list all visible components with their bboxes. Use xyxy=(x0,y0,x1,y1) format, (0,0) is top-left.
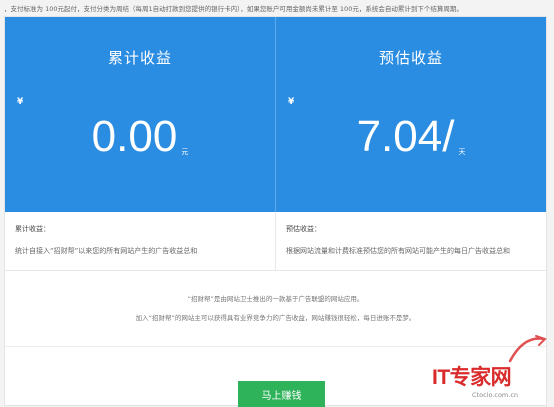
estimated-earnings-currency: ¥ xyxy=(288,97,295,107)
watermark-brand: IT专家网 xyxy=(432,366,512,389)
intro-line-2: 加入“招财帮”的网站主可以获得具有业界竞争力的广告收益，网站赚钱很轻松，每日进账… xyxy=(135,314,416,322)
estimated-earnings-unit: 天 xyxy=(458,148,466,156)
total-earnings-desc: 累计收益： 统计自接入“招财帮”以来您的所有网站产生的广告收益总和 xyxy=(5,212,275,270)
total-earnings-card: 累计收益 ¥ 0.00 元 xyxy=(5,17,275,212)
total-earnings-amount: 0.00 xyxy=(91,112,178,161)
intro-line-1: “招财帮”是由网站卫士推出的一款基于广告联盟的网站应用。 xyxy=(187,295,364,303)
total-earnings-title: 累计收益 xyxy=(107,49,172,67)
watermark-domain: Ctocio.com.cn xyxy=(472,391,519,399)
total-earnings-desc-title: 累计收益： xyxy=(15,225,50,233)
watermark-logo: IT专家网 Ctocio.com.cn xyxy=(428,335,548,405)
start-earning-button[interactable]: 马上赚钱 xyxy=(238,381,325,407)
estimated-earnings-desc-title: 预估收益： xyxy=(286,225,321,233)
swoosh-icon xyxy=(508,335,547,363)
earnings-stats: 累计收益 ¥ 0.00 元 预估收益 ¥ 7.04/天 xyxy=(5,17,546,212)
earnings-panel: 累计收益 ¥ 0.00 元 预估收益 ¥ 7.04/天 累计收益： 统计自接入“招… xyxy=(4,16,547,407)
earnings-descriptions: 累计收益： 统计自接入“招财帮”以来您的所有网站产生的广告收益总和 预估收益： … xyxy=(5,212,546,271)
estimated-earnings-amount: 7.04/ xyxy=(356,112,455,161)
total-earnings-currency: ¥ xyxy=(17,97,24,107)
estimated-earnings-title: 预估收益 xyxy=(378,49,443,67)
app-intro: “招财帮”是由网站卫士推出的一款基于广告联盟的网站应用。 加入“招财帮”的网站主… xyxy=(5,279,546,349)
payment-notice: ，支付标准为 100元起付，支付分类为周结（每周1自动打款到您提供的银行卡内），… xyxy=(4,5,463,13)
estimated-earnings-desc-text: 根据网站流量和计费标准预估您的所有网站可能产生的每日广告收益总和 xyxy=(286,247,510,255)
total-earnings-desc-text: 统计自接入“招财帮”以来您的所有网站产生的广告收益总和 xyxy=(15,247,198,255)
estimated-earnings-card: 预估收益 ¥ 7.04/天 xyxy=(275,17,546,212)
section-divider xyxy=(5,346,546,347)
total-earnings-unit: 元 xyxy=(181,148,189,156)
estimated-earnings-desc: 预估收益： 根据网站流量和计费标准预估您的所有网站可能产生的每日广告收益总和 xyxy=(275,212,546,270)
